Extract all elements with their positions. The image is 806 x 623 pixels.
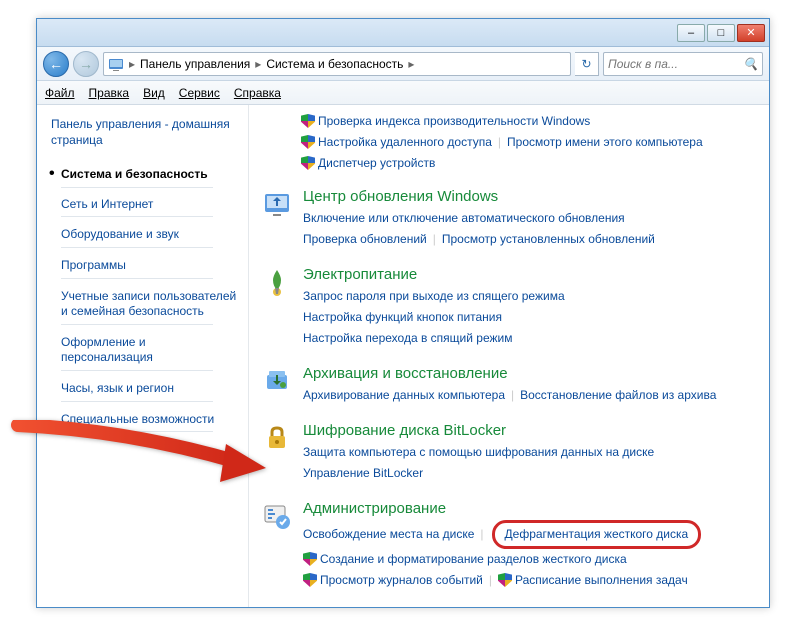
divider: | [474, 527, 489, 541]
divider: | [483, 573, 498, 587]
divider: | [427, 232, 442, 246]
sublink[interactable]: Дефрагментация жесткого диска [505, 527, 689, 541]
maximize-button[interactable]: □ [707, 24, 735, 42]
control-panel-icon [108, 56, 124, 72]
sublink[interactable]: Настройка удаленного доступа [301, 135, 492, 149]
back-button[interactable]: ← [43, 51, 69, 77]
sidebar-item[interactable]: Сеть и Интернет [51, 192, 240, 223]
sublink[interactable]: Проверка индекса производительности Wind… [301, 114, 590, 128]
section-title[interactable]: Электропитание [303, 266, 757, 283]
search-input[interactable] [608, 57, 739, 71]
menu-file[interactable]: Файл [45, 86, 75, 100]
search-box[interactable]: 🔍 [603, 52, 763, 76]
sublink[interactable]: Проверка обновлений [303, 232, 427, 246]
breadcrumb-sep: ▸ [126, 57, 138, 71]
sublink[interactable]: Расписание выполнения задач [498, 573, 688, 587]
highlighted-link: Дефрагментация жесткого диска [492, 520, 702, 549]
breadcrumb-current[interactable]: Система и безопасность [266, 57, 403, 71]
menu-help[interactable]: Справка [234, 86, 281, 100]
breadcrumb-sep: ▸ [405, 57, 417, 71]
admin-icon [261, 500, 293, 532]
breadcrumb-root[interactable]: Панель управления [140, 57, 250, 71]
sublink[interactable]: Восстановление файлов из архива [520, 388, 716, 402]
sublink[interactable]: Запрос пароля при выходе из спящего режи… [303, 289, 565, 303]
sublink[interactable]: Создание и форматирование разделов жестк… [303, 552, 627, 566]
search-icon: 🔍 [743, 57, 758, 71]
section-bitlocker: Шифрование диска BitLocker Защита компьют… [261, 422, 757, 484]
section-title[interactable]: Центр обновления Windows [303, 188, 757, 205]
section-title[interactable]: Администрирование [303, 500, 757, 517]
titlebar: – □ ✕ [37, 19, 769, 47]
breadcrumb[interactable]: ▸ Панель управления ▸ Система и безопасн… [103, 52, 571, 76]
sidebar: Панель управления - домашняя страница Си… [37, 105, 249, 607]
sidebar-item[interactable]: Оформление и персонализация [51, 330, 240, 376]
update-icon [261, 188, 293, 220]
section-title[interactable]: Шифрование диска BitLocker [303, 422, 757, 439]
control-panel-window: – □ ✕ ← → ▸ Панель управления ▸ Система … [36, 18, 770, 608]
breadcrumb-sep: ▸ [252, 57, 264, 71]
annotation-arrow [8, 420, 268, 500]
sublink[interactable]: Управление BitLocker [303, 466, 423, 480]
sublink[interactable]: Настройка функций кнопок питания [303, 310, 502, 324]
section-power: Электропитание Запрос пароля при выходе и… [261, 266, 757, 349]
sublink[interactable]: Просмотр имени этого компьютера [507, 135, 703, 149]
backup-icon [261, 365, 293, 397]
close-button[interactable]: ✕ [737, 24, 765, 42]
top-sublinks: Проверка индекса производительности Wind… [301, 111, 757, 174]
section-title[interactable]: Архивация и восстановление [303, 365, 757, 382]
sidebar-item[interactable]: Система и безопасность [51, 162, 240, 192]
forward-button[interactable]: → [73, 51, 99, 77]
sublink[interactable]: Просмотр установленных обновлений [442, 232, 655, 246]
sidebar-item[interactable]: Оборудование и звук [51, 222, 240, 253]
divider: | [505, 388, 520, 402]
sidebar-item[interactable]: Учетные записи пользователей и семейная … [51, 284, 240, 330]
section-admin: Администрирование Освобождение места на д… [261, 500, 757, 591]
sublink[interactable]: Включение или отключение автоматического… [303, 211, 625, 225]
sidebar-home-link[interactable]: Панель управления - домашняя страница [51, 117, 240, 148]
section-update: Центр обновления Windows Включение или от… [261, 188, 757, 250]
sublink[interactable]: Настройка перехода в спящий режим [303, 331, 512, 345]
sublink[interactable]: Просмотр журналов событий [303, 573, 483, 587]
address-bar: ← → ▸ Панель управления ▸ Система и безо… [37, 47, 769, 81]
menu-tools[interactable]: Сервис [179, 86, 220, 100]
content-pane[interactable]: Проверка индекса производительности Wind… [249, 105, 769, 607]
window-body: Панель управления - домашняя страница Си… [37, 105, 769, 607]
refresh-button[interactable]: ↻ [575, 52, 599, 76]
sidebar-item[interactable]: Часы, язык и регион [51, 376, 240, 407]
sublink[interactable]: Освобождение места на диске [303, 527, 474, 541]
power-icon [261, 266, 293, 298]
sidebar-item[interactable]: Программы [51, 253, 240, 284]
sublink[interactable]: Защита компьютера с помощью шифрования д… [303, 445, 654, 459]
sublink[interactable]: Диспетчер устройств [301, 156, 435, 170]
menu-view[interactable]: Вид [143, 86, 165, 100]
minimize-button[interactable]: – [677, 24, 705, 42]
menu-bar: Файл Правка Вид Сервис Справка [37, 81, 769, 105]
section-backup: Архивация и восстановление Архивирование … [261, 365, 757, 406]
sublink[interactable]: Архивирование данных компьютера [303, 388, 505, 402]
divider: | [492, 135, 507, 149]
menu-edit[interactable]: Правка [89, 86, 130, 100]
